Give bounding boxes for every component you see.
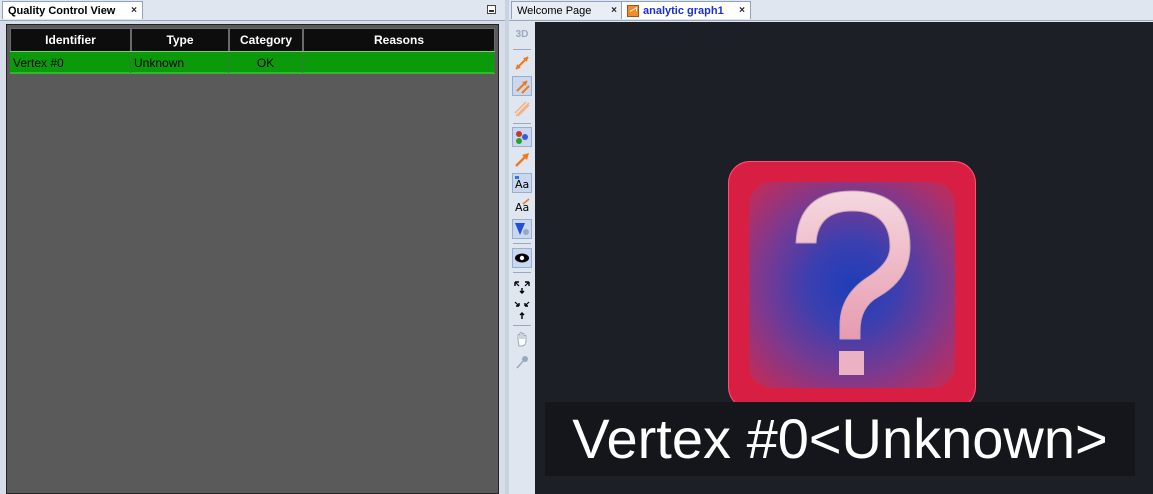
tab-quality-control-view[interactable]: Quality Control View ×	[2, 1, 143, 19]
node-labels-button[interactable]: Aa	[512, 173, 532, 193]
graph-icon	[627, 4, 639, 17]
table-row[interactable]: Vertex #0 Unknown OK	[10, 51, 495, 74]
show-transactions-icon	[515, 56, 529, 70]
quality-control-pane: Quality Control View × Identifier Type C…	[0, 0, 505, 494]
connection-mode-icon	[515, 153, 529, 167]
toolbar-separator	[513, 272, 531, 273]
graph-canvas[interactable]: Vertex #0<Unknown>	[535, 22, 1153, 494]
svg-text:Aa: Aa	[515, 201, 529, 214]
graph-toolbar: 3D Aa Aa	[509, 22, 536, 494]
toolbar-separator	[513, 123, 531, 124]
right-tab-strip: Welcome Page × analytic graph1 ×	[509, 0, 1153, 21]
tab-label: analytic graph1	[643, 4, 724, 17]
column-header-category[interactable]: Category	[229, 28, 303, 51]
cell-reasons	[303, 52, 495, 73]
blazes-icon	[515, 223, 529, 235]
hide-transactions-button[interactable]	[512, 99, 532, 119]
toggle-3d-button[interactable]: 3D	[512, 24, 532, 44]
toolbar-separator	[513, 325, 531, 326]
hide-transactions-icon	[514, 101, 530, 117]
left-tab-strip: Quality Control View ×	[0, 0, 505, 21]
graph-node-vertex-0[interactable]	[728, 161, 976, 409]
pan-hand-button[interactable]	[512, 329, 532, 349]
column-header-identifier[interactable]: Identifier	[10, 28, 131, 51]
close-icon[interactable]: ×	[605, 5, 617, 16]
tab-label: Welcome Page	[517, 4, 592, 17]
close-icon[interactable]: ×	[125, 5, 137, 16]
cell-category: OK	[229, 52, 303, 73]
node-colors-icon	[516, 131, 528, 144]
toolbar-separator	[513, 49, 531, 50]
connection-labels-button[interactable]: Aa	[512, 196, 532, 216]
node-label: Vertex #0<Unknown>	[545, 402, 1135, 476]
show-transactions-button[interactable]	[512, 53, 532, 73]
column-header-type[interactable]: Type	[131, 28, 229, 51]
pin-button[interactable]	[512, 352, 532, 372]
node-colors-button[interactable]	[512, 127, 532, 147]
quality-control-table: Identifier Type Category Reasons Vertex …	[10, 28, 495, 74]
graph-pane: Welcome Page × analytic graph1 × 3D Aa A…	[509, 0, 1153, 494]
visibility-icon	[515, 253, 529, 263]
pin-icon	[516, 356, 528, 369]
visibility-button[interactable]	[512, 248, 532, 268]
blazes-button[interactable]	[512, 219, 532, 239]
tab-welcome-page[interactable]: Welcome Page ×	[511, 1, 623, 19]
select-transactions-button[interactable]	[512, 76, 532, 96]
column-header-reasons[interactable]: Reasons	[303, 28, 495, 51]
question-mark-icon	[795, 190, 911, 375]
zoom-expand-collapse-button[interactable]	[512, 278, 532, 322]
minimize-window-icon[interactable]	[487, 5, 496, 14]
node-labels-icon: Aa	[515, 176, 529, 191]
select-transactions-icon	[516, 80, 530, 94]
cell-identifier: Vertex #0	[10, 52, 131, 73]
quality-control-table-panel: Identifier Type Category Reasons Vertex …	[6, 24, 499, 494]
connection-labels-icon: Aa	[515, 198, 530, 214]
table-header: Identifier Type Category Reasons	[10, 28, 495, 51]
tab-label: Quality Control View	[8, 4, 116, 17]
toggle-3d-label: 3D	[515, 28, 529, 40]
svg-text:Aa: Aa	[515, 178, 529, 191]
connection-mode-button[interactable]	[512, 150, 532, 170]
pan-hand-icon	[517, 332, 527, 347]
toolbar-separator	[513, 243, 531, 244]
zoom-expand-collapse-icon	[514, 281, 530, 319]
close-icon[interactable]: ×	[733, 5, 745, 16]
cell-type: Unknown	[131, 52, 229, 73]
tab-analytic-graph1[interactable]: analytic graph1 ×	[621, 1, 751, 19]
